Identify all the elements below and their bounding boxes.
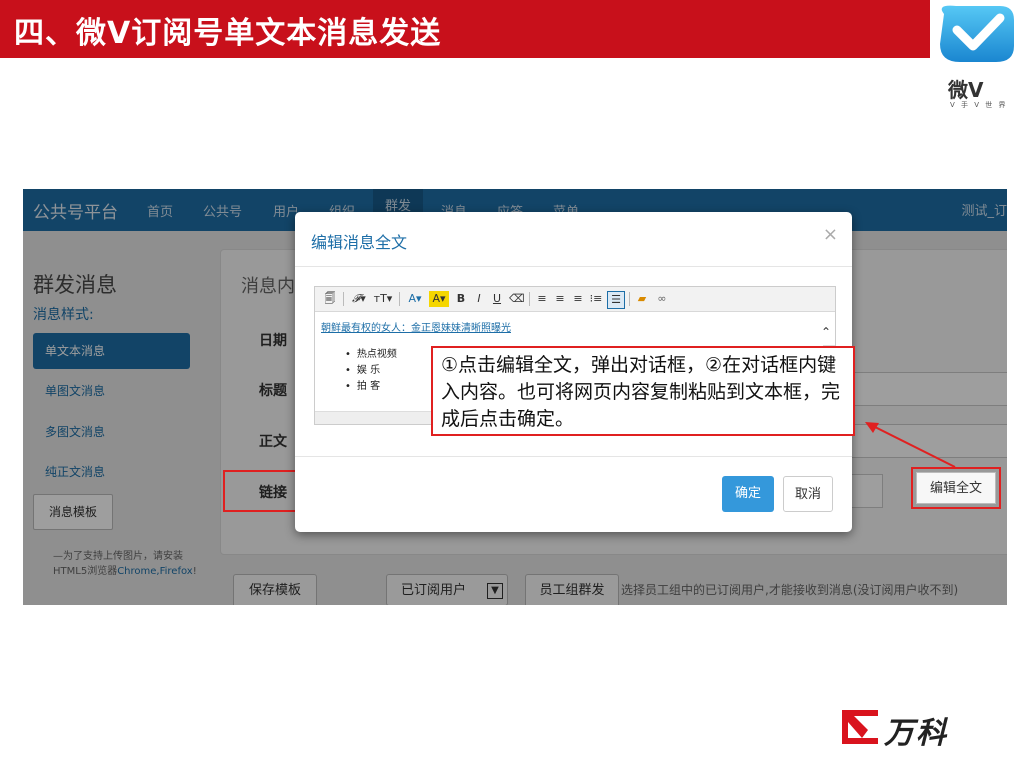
align-center-icon[interactable]: ≡	[553, 291, 567, 307]
weiv-logo-icon	[940, 5, 1014, 62]
ordered-list-icon[interactable]: ⁝≡	[589, 291, 603, 307]
app-screenshot: 公共号平台 首页 公共号 用户 组织 群发 消息 应答 菜单 测试_订 群发消息…	[23, 189, 1007, 605]
italic-icon[interactable]: I	[473, 291, 485, 307]
weiv-logo: 微V V 手 V 世 界	[930, 0, 1024, 120]
instruction-text: ①点击编辑全文，弹出对话框，②在对话框内键入内容。也可将网页内容复制粘贴到文本框…	[441, 354, 841, 430]
toolbar-separator	[343, 292, 344, 306]
dialog-footer-divider	[295, 456, 852, 457]
bold-icon[interactable]: B	[455, 291, 467, 307]
source-icon[interactable]: 🗐	[323, 291, 337, 307]
font-family-icon[interactable]: 𝓕▾	[349, 291, 369, 307]
editor-link-text[interactable]: 朝鲜最有权的女人：金正恩妹妹清晰照曝光	[321, 319, 511, 334]
vanke-logo: 万科	[836, 706, 976, 752]
bullet-list-icon[interactable]: ☰	[607, 291, 625, 309]
instruction-callout: ①点击编辑全文，弹出对话框，②在对话框内键入内容。也可将网页内容复制粘贴到文本框…	[431, 346, 855, 436]
editor-toolbar: 🗐 𝓕▾ ᴛT▾ A▾ A▾ B I U ⌫ ≡ ≡ ≡ ⁝≡ ☰ ▰ ∞	[315, 287, 835, 312]
logo-text: 微V	[948, 78, 984, 102]
eraser-icon[interactable]: ⌫	[509, 291, 525, 307]
vanke-logo-icon	[842, 710, 878, 744]
list-item: 热点视频	[345, 347, 397, 363]
editor-bullet-list: 热点视频 娱 乐 拍 客	[345, 347, 397, 395]
cancel-button[interactable]: 取消	[783, 476, 833, 512]
list-item: 娱 乐	[345, 363, 397, 379]
slide-title: 四、微V订阅号单文本消息发送	[14, 16, 442, 51]
edit-full-text-highlight	[911, 467, 1001, 509]
align-left-icon[interactable]: ≡	[535, 291, 549, 307]
confirm-button[interactable]: 确定	[722, 476, 774, 512]
toolbar-separator	[629, 292, 630, 306]
toolbar-separator	[529, 292, 530, 306]
vanke-brand-text: 万科	[884, 716, 948, 751]
link-icon[interactable]: ∞	[655, 291, 669, 307]
list-item: 拍 客	[345, 379, 397, 395]
font-color-icon[interactable]: A▾	[405, 291, 425, 307]
scroll-up-icon[interactable]: ⌃	[821, 325, 831, 339]
dialog-divider	[295, 266, 852, 267]
close-icon[interactable]: ×	[823, 224, 838, 245]
align-right-icon[interactable]: ≡	[571, 291, 585, 307]
slide-header-bar: 四、微V订阅号单文本消息发送	[0, 0, 930, 58]
font-size-icon[interactable]: ᴛT▾	[373, 291, 393, 307]
underline-icon[interactable]: U	[491, 291, 503, 307]
image-icon[interactable]: ▰	[635, 291, 649, 307]
highlight-color-icon[interactable]: A▾	[429, 291, 449, 307]
toolbar-separator	[399, 292, 400, 306]
dialog-title: 编辑消息全文	[311, 233, 408, 252]
logo-subtitle: V 手 V 世 界	[950, 101, 1008, 109]
